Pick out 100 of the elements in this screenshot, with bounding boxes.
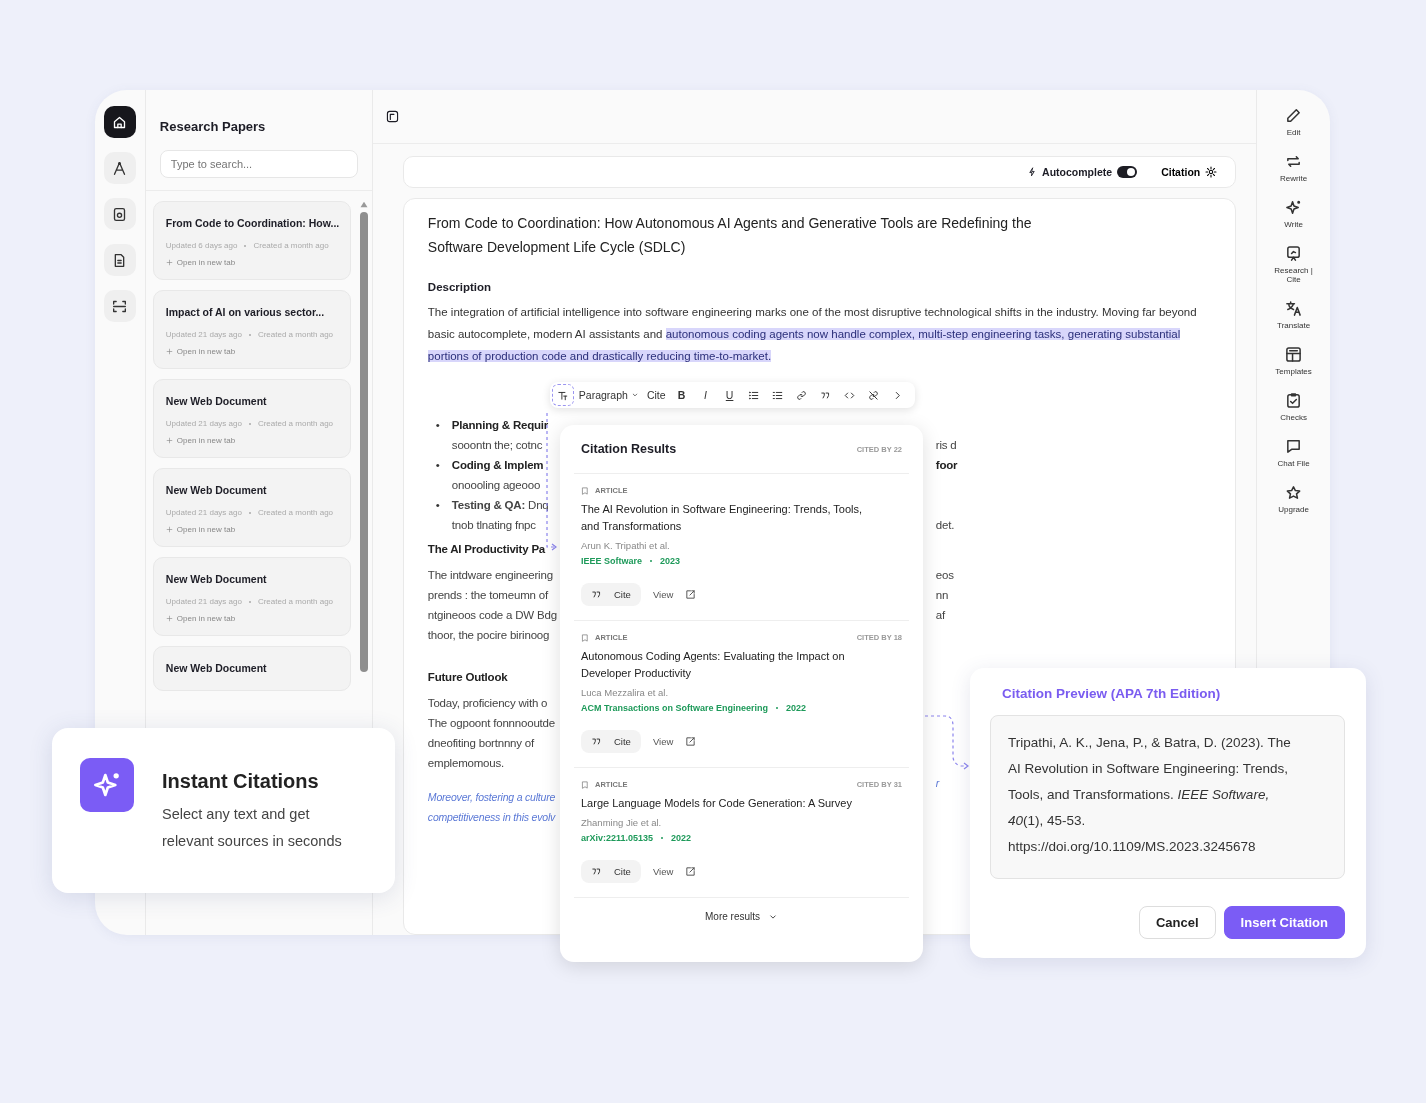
document-title: New Web Document [165,573,267,585]
pencil-tool[interactable]: Edit [1263,106,1324,138]
text-fragment: Planning & Requir [451,418,549,433]
text-fragment: af [935,608,947,623]
italic-button[interactable]: I [694,384,717,406]
result-year: 2022 [786,703,807,713]
scan-button[interactable] [103,290,136,322]
text-fragment: tnob tlnating fnpc [450,518,537,533]
citation-text: Tripathi, A. K., Jena, P., & Batra, D. (2023). The AI Revolution in Software Engineering: Trends, Tools, and Transformations. IEEE Software, 40(1), 45-53. https://doi.org/10.1109/MS.2023.3245678 [990,715,1345,879]
document-card[interactable]: New Web Document [152,646,351,691]
autocomplete-toggle[interactable]: Autocomplete [1027,166,1138,178]
document-card[interactable]: New Web Document Updated 21 days ago Created a month ago Open in new tab [152,557,351,636]
repeat-icon [1285,153,1303,170]
text-fragment: Moreover, fostering a culture [427,790,557,805]
compass-button[interactable] [103,152,136,184]
cite-button[interactable]: Cite [581,860,641,883]
list-icon [772,389,784,401]
translate-icon [1285,300,1303,317]
document-card[interactable]: New Web Document Updated 21 days ago Created a month ago Open in new tab [152,468,351,547]
paragraph-dropdown[interactable]: Paragraph [575,384,642,406]
panel-title: Citation Preview (APA 7th Edition) [1002,686,1222,701]
text-fragment: The intdware engineering [427,568,554,583]
page-icon [385,110,399,123]
text-fragment: Today, proficiency with o [427,696,549,711]
document-title: New Web Document [165,484,267,496]
result-authors: Arun K. Tripathi et al. [581,540,671,551]
translate-tool[interactable]: Translate [1263,299,1324,331]
document-card[interactable]: Impact of AI on various sector... Updated 21 days ago Created a month ago Open in new tab [152,290,351,369]
sidebar-title: Research Papers [158,118,267,134]
created-time: Created a month ago [257,508,334,517]
scroll-up-arrow-icon[interactable] [358,201,369,208]
result-authors: Luca Mezzalira et al. [581,687,670,698]
updated-time: Updated 6 days ago [165,241,238,250]
text-fragment: Testing & QA: Dnq [451,498,549,513]
repeat-tool[interactable]: Rewrite [1263,152,1324,184]
text-fragment: competitiveness in this evolv [427,810,557,825]
clipboard-check-tool[interactable]: Checks [1263,391,1324,423]
document-title: Impact of AI on various sector... [165,306,325,318]
bold-button[interactable]: B [670,384,693,406]
view-button[interactable]: View [652,589,697,600]
bookmark-icon [581,633,589,642]
underline-button[interactable]: U [718,384,741,406]
updated-time: Updated 21 days ago [165,508,242,517]
home-button[interactable] [103,106,136,138]
document-button[interactable] [103,244,136,276]
sparkle-icon [1285,199,1303,216]
star-tool[interactable]: Upgrade [1263,483,1324,515]
scrollbar[interactable] [358,201,369,672]
bullet-marker: • [434,418,441,433]
cite-button[interactable]: Cite [581,730,641,753]
pencil-icon [1285,107,1303,124]
external-link-icon [685,866,697,877]
text-fragment: ntgineoos code a DW Bdg [427,608,558,623]
code-icon [844,389,856,401]
plus-icon [165,437,173,444]
bullet-marker: • [434,458,441,473]
insert-citation-button[interactable]: Insert Citation [1223,906,1345,939]
text-format-icon [557,389,569,401]
templates-tool[interactable]: Templates [1263,345,1324,377]
research-tool[interactable]: Research | Cite [1263,244,1324,285]
bookmark-icon [581,486,589,495]
cancel-button[interactable]: Cancel [1138,906,1216,939]
bullet-list-icon [748,389,760,401]
more-results-button[interactable]: More results [699,898,784,923]
result-title: The AI Revolution in Software Engineering: Trends, Tools, and Transformations [581,502,864,534]
plus-icon [165,615,173,622]
text-format-button[interactable] [551,384,574,406]
home-icon [112,114,128,130]
document-card[interactable]: New Web Document Updated 21 days ago Created a month ago Open in new tab [152,379,351,458]
created-time: Created a month ago [253,241,329,250]
updated-time: Updated 21 days ago [165,419,242,428]
result-venue: arXiv:2211.05135 [581,833,654,843]
document-title: New Web Document [165,395,267,407]
citation-settings-button[interactable]: Citation [1155,165,1224,179]
text-fragment: dneofiting bortnnny of [427,736,536,751]
document-button[interactable] [103,198,136,230]
view-button[interactable]: View [652,736,697,747]
result-venue: ACM Transactions on Software Engineering [581,703,769,713]
document-icon [112,206,128,222]
cite-button[interactable]: Cite [581,583,641,606]
document-card[interactable]: From Code to Coordination: How... Updated 6 days ago Created a month ago Open in new tab [152,201,351,280]
panel-title: Citation Results [581,442,677,456]
external-link-icon [685,736,697,747]
text-fragment: eos [935,568,955,583]
chat-bubble-tool[interactable]: Chat File [1263,437,1324,469]
templates-icon [1285,346,1303,363]
sparkle-tool[interactable]: Write [1263,198,1324,230]
cite-button[interactable]: Cite [643,384,669,406]
updated-time: Updated 21 days ago [165,330,242,339]
text-fragment: sooontn the; cotnc [450,438,544,453]
quote-icon [591,589,602,600]
result-year: 2022 [671,833,692,843]
plus-icon [165,259,173,266]
text-fragment: r [935,776,941,791]
result-title: Autonomous Coding Agents: Evaluating the Impact on Developer Productivity [581,649,846,681]
search-field[interactable]: Type to search... [159,150,358,178]
text-fragment: ris d [935,438,958,453]
text-fragment: nn [935,588,950,603]
sparkles-icon [80,758,134,812]
view-button[interactable]: View [652,866,697,877]
